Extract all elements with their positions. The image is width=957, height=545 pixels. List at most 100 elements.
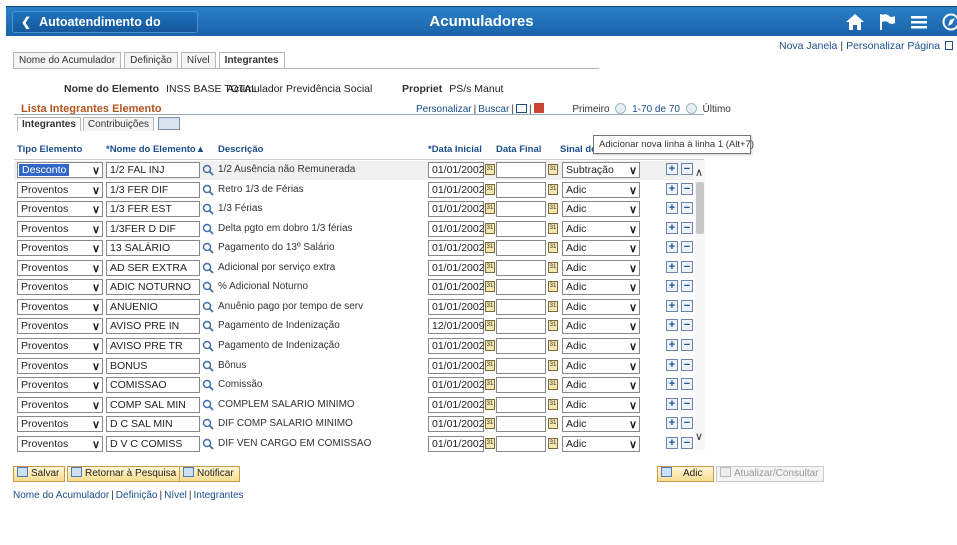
lookup-icon[interactable] [202,222,214,236]
tipo-elemento-select[interactable]: Proventos [17,435,103,452]
bottom-link-definicao[interactable]: Definição [116,490,158,501]
calendar-icon[interactable]: 31 [548,164,558,175]
data-final-input[interactable] [496,318,546,335]
tipo-elemento-select[interactable]: Proventos [17,181,103,198]
show-all-columns-icon[interactable] [158,117,181,130]
nome-elemento-input[interactable]: AVISO PRE IN [106,318,200,335]
data-final-input[interactable] [496,259,546,276]
delete-row-icon[interactable]: − [681,280,693,293]
sinal-acumulador-select[interactable]: Adic [562,181,640,198]
calendar-icon[interactable]: 31 [548,281,558,293]
delete-row-icon[interactable]: − [681,221,693,234]
calendar-icon[interactable]: 31 [485,379,495,391]
calendar-icon[interactable]: 31 [485,398,495,410]
delete-row-icon[interactable]: − [681,417,693,430]
grid-tab-integrantes[interactable]: Integrantes [17,117,81,131]
calendar-icon[interactable]: 31 [548,183,558,195]
calendar-icon[interactable]: 31 [548,242,558,254]
col-tipo-elemento[interactable]: Tipo Elemento [17,144,82,155]
calendar-icon[interactable]: 31 [485,203,495,215]
data-final-input[interactable] [496,220,546,237]
nome-elemento-input[interactable]: AVISO PRE TR [106,337,200,354]
tab-definicao[interactable]: Definição [124,52,178,68]
tipo-elemento-select[interactable]: Proventos [17,240,103,257]
data-final-input[interactable] [496,240,546,257]
add-row-icon[interactable]: + [666,319,678,332]
sinal-acumulador-select[interactable]: Adic [562,201,640,218]
calendar-icon[interactable]: 31 [485,359,495,371]
sinal-acumulador-select[interactable]: Adic [562,298,640,315]
add-row-icon[interactable]: + [666,260,678,273]
data-final-input[interactable] [496,181,546,198]
col-descricao[interactable]: Descrição [218,144,263,155]
calendar-icon[interactable]: 31 [548,222,558,234]
data-inicial-input[interactable]: 01/01/2002 [428,377,485,394]
calendar-icon[interactable]: 31 [548,320,558,332]
nome-elemento-input[interactable]: COMISSAO [106,377,200,394]
flag-icon[interactable] [876,12,898,32]
grid-tab-contribuicoes[interactable]: Contribuições [82,117,155,131]
nome-elemento-input[interactable]: D C SAL MIN [106,416,200,433]
data-final-input[interactable] [496,279,546,296]
data-final-input[interactable] [496,416,546,433]
delete-row-icon[interactable]: − [681,182,693,195]
lookup-icon[interactable] [202,437,214,451]
bottom-link-nome-acumulador[interactable]: Nome do Acumulador [13,490,109,501]
nome-elemento-input[interactable]: COMP SAL MIN [106,396,200,413]
tab-nome-acumulador[interactable]: Nome do Acumulador [13,52,122,68]
calendar-icon[interactable]: 31 [548,300,558,312]
tipo-elemento-select[interactable]: Proventos [17,396,103,413]
new-window-link[interactable]: Nova Janela [779,40,837,52]
data-inicial-input[interactable]: 01/01/2002 [428,435,485,452]
home-icon[interactable] [844,12,866,32]
nome-elemento-input[interactable]: 1/2 FAL INJ [106,162,200,178]
tipo-elemento-select[interactable]: Desconto [17,162,103,178]
data-inicial-input[interactable]: 01/01/2002 [428,396,485,413]
tipo-elemento-select[interactable]: Proventos [17,220,103,237]
home-button[interactable]: ❮ Autoatendimento do Gerente [12,11,198,49]
add-row-icon[interactable]: + [666,417,678,430]
data-inicial-input[interactable]: 01/01/2002 [428,162,485,178]
nome-elemento-input[interactable]: 1/3 FER EST [106,201,200,218]
scroll-down-icon[interactable]: ∨ [695,432,705,443]
calendar-icon[interactable]: 31 [548,398,558,410]
lookup-icon[interactable] [202,398,214,412]
add-row-icon[interactable]: + [666,436,678,449]
delete-row-icon[interactable]: − [681,358,693,371]
nome-elemento-input[interactable]: 13 SALÁRIO [106,240,200,257]
data-inicial-input[interactable]: 01/01/2002 [428,416,485,433]
data-inicial-input[interactable]: 01/01/2002 [428,201,485,218]
calendar-icon[interactable]: 31 [485,437,495,449]
lookup-icon[interactable] [202,378,214,392]
lookup-icon[interactable] [202,163,214,177]
delete-row-icon[interactable]: − [681,241,693,254]
personalize-page-link[interactable]: Personalizar Página [846,40,940,52]
add-row-icon[interactable]: + [666,299,678,312]
calendar-icon[interactable]: 31 [548,261,558,273]
lookup-icon[interactable] [202,183,214,197]
lookup-icon[interactable] [202,241,214,255]
add-row-icon[interactable]: + [666,358,678,371]
calendar-icon[interactable]: 31 [485,281,495,293]
calendar-icon[interactable]: 31 [485,164,495,175]
sinal-acumulador-select[interactable]: Subtração [562,162,640,178]
delete-row-icon[interactable]: − [681,319,693,332]
add-row-icon[interactable]: + [666,338,678,351]
delete-row-icon[interactable]: − [681,378,693,391]
lookup-icon[interactable] [202,417,214,431]
delete-row-icon[interactable]: − [681,299,693,312]
lookup-icon[interactable] [202,359,214,373]
tipo-elemento-select[interactable]: Proventos [17,279,103,296]
sinal-acumulador-select[interactable]: Adic [562,318,640,335]
last-page-label[interactable]: Último [703,104,731,115]
data-final-input[interactable] [496,201,546,218]
navbar-icon[interactable] [940,12,957,32]
sinal-acumulador-select[interactable]: Adic [562,357,640,374]
calendar-icon[interactable]: 31 [548,203,558,215]
lookup-icon[interactable] [202,202,214,216]
tab-integrantes[interactable]: Integrantes [218,52,285,69]
nome-elemento-input[interactable]: 1/3FER D DIF [106,220,200,237]
delete-row-icon[interactable]: − [681,338,693,351]
return-to-search-button[interactable]: Retornar à Pesquisa [67,466,183,482]
sinal-acumulador-select[interactable]: Adic [562,259,640,276]
